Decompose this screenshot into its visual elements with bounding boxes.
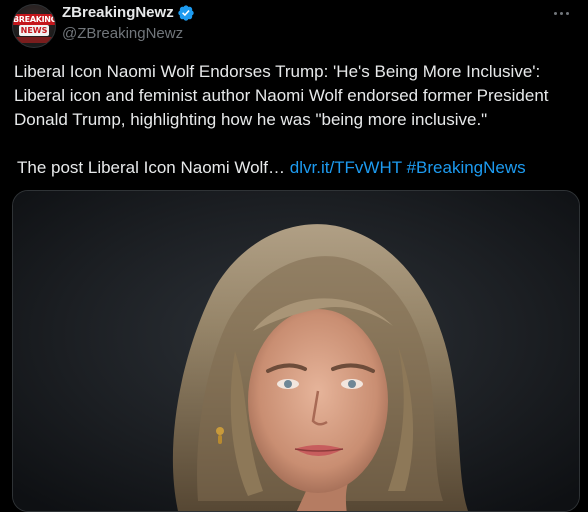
more-dot <box>553 11 557 15</box>
more-options-icon[interactable] <box>548 2 574 24</box>
portrait-photo <box>13 191 579 511</box>
more-dot <box>565 11 569 15</box>
tweet: BREAKING NEWS ZBreakingNewz @ZBreakingNe… <box>0 0 588 512</box>
avatar-logo-base <box>13 37 55 43</box>
hashtag-link[interactable]: #BreakingNews <box>407 158 526 177</box>
avatar[interactable]: BREAKING NEWS <box>12 4 56 48</box>
tweet-text: Liberal Icon Naomi Wolf Endorses Trump: … <box>14 60 580 180</box>
avatar-logo-line1: BREAKING <box>13 14 56 25</box>
display-name[interactable]: ZBreakingNewz <box>62 4 174 22</box>
tweet-headline: Liberal Icon Naomi Wolf Endorses Trump: … <box>14 62 549 129</box>
avatar-logo-line2: NEWS <box>19 25 49 36</box>
more-dot <box>559 11 563 15</box>
tweet-source-line: The post Liberal Icon Naomi Wolf… dlvr.i… <box>14 156 580 180</box>
tweet-media-photo[interactable] <box>12 190 580 512</box>
handle[interactable]: @ZBreakingNewz <box>62 25 183 43</box>
tweet-source-prefix: The post Liberal Icon Naomi Wolf… <box>17 158 286 177</box>
verified-badge-icon <box>177 4 195 22</box>
author-name-row[interactable]: ZBreakingNewz <box>62 4 195 22</box>
tweet-link[interactable]: dlvr.it/TFvWHT <box>290 158 402 177</box>
